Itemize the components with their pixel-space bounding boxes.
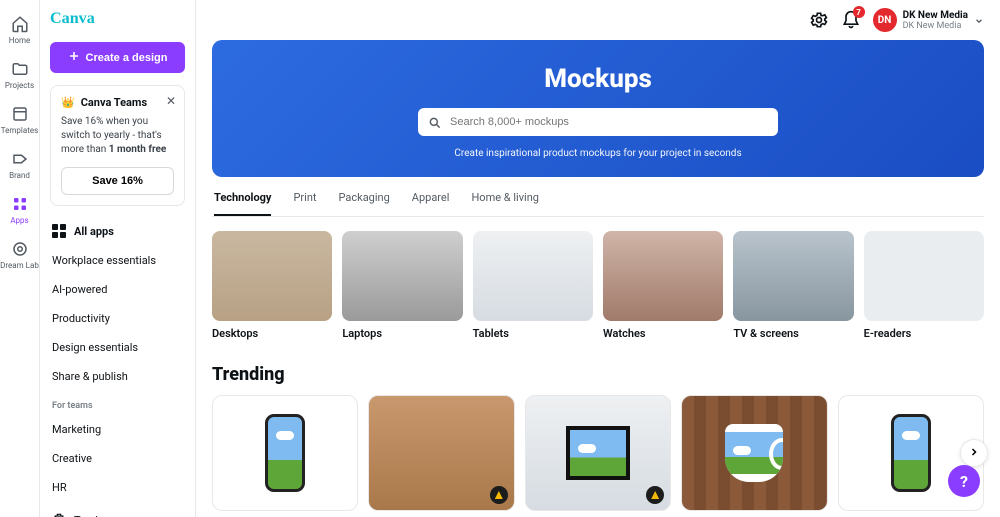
tab-print[interactable]: Print bbox=[293, 191, 316, 216]
trending-title: Trending bbox=[212, 364, 984, 385]
hero: Mockups Create inspirational product moc… bbox=[212, 40, 984, 177]
chevron-right-icon bbox=[968, 446, 980, 461]
rail-home[interactable]: Home bbox=[0, 8, 40, 51]
page-title: Mockups bbox=[544, 64, 652, 94]
templates-icon bbox=[10, 104, 30, 124]
nav-rail: Home Projects Templates Brand Apps Dream… bbox=[0, 0, 40, 517]
sidebar-apps-section: All apps Workplace essentials AI-powered… bbox=[50, 216, 185, 502]
rail-label: Dream Lab bbox=[0, 261, 39, 270]
category-thumb bbox=[342, 231, 462, 321]
sidebar-item-hr[interactable]: HR bbox=[50, 473, 185, 502]
trending-carousel bbox=[212, 395, 984, 511]
trash-icon bbox=[52, 512, 66, 517]
rail-templates[interactable]: Templates bbox=[0, 98, 40, 141]
rail-dreamlab[interactable]: Dream Lab bbox=[0, 233, 40, 276]
category-thumb bbox=[212, 231, 332, 321]
sidebar-item-productivity[interactable]: Productivity bbox=[50, 304, 185, 333]
category-tv-screens[interactable]: TV & screens bbox=[733, 231, 853, 340]
search-icon bbox=[428, 115, 442, 129]
category-thumb bbox=[733, 231, 853, 321]
sidebar-teams-header: For teams bbox=[50, 391, 185, 415]
bell-icon[interactable]: 7 bbox=[841, 10, 861, 30]
close-icon[interactable]: ✕ bbox=[166, 94, 176, 108]
tab-apparel[interactable]: Apparel bbox=[412, 191, 450, 216]
home-icon bbox=[10, 14, 30, 34]
folder-icon bbox=[10, 59, 30, 79]
rail-apps[interactable]: Apps bbox=[0, 188, 40, 231]
rail-label: Apps bbox=[10, 216, 28, 225]
dreamlab-icon bbox=[10, 239, 30, 259]
sidebar-item-design[interactable]: Design essentials bbox=[50, 333, 185, 362]
plus-icon bbox=[68, 50, 80, 65]
rail-label: Brand bbox=[9, 171, 30, 180]
category-tablets[interactable]: Tablets bbox=[473, 231, 593, 340]
sidebar: Canva Create a design ✕ 👑 Canva Teams Sa… bbox=[40, 0, 196, 517]
canva-logo[interactable]: Canva bbox=[50, 8, 185, 32]
topbar: 7 DN DK New Media DK New Media bbox=[196, 0, 1000, 40]
chevron-down-icon bbox=[974, 11, 984, 30]
category-watches[interactable]: Watches bbox=[603, 231, 723, 340]
help-button[interactable]: ? bbox=[948, 465, 980, 497]
crown-icon: 👑 bbox=[61, 96, 75, 109]
sidebar-item-ai[interactable]: AI-powered bbox=[50, 275, 185, 304]
search-bar[interactable] bbox=[418, 108, 778, 136]
avatar: DN bbox=[873, 8, 897, 32]
category-grid: Desktops Laptops Tablets Watches TV & sc… bbox=[212, 231, 984, 340]
sidebar-item-all-apps[interactable]: All apps bbox=[50, 216, 185, 246]
category-thumb bbox=[864, 231, 984, 321]
sidebar-trash[interactable]: Trash bbox=[50, 502, 185, 517]
carousel-next-button[interactable] bbox=[960, 439, 988, 467]
pro-badge-icon bbox=[646, 486, 664, 504]
trending-item[interactable] bbox=[212, 395, 358, 511]
tab-packaging[interactable]: Packaging bbox=[339, 191, 390, 216]
gear-icon[interactable] bbox=[809, 10, 829, 30]
svg-text:Canva: Canva bbox=[50, 10, 95, 27]
sidebar-item-marketing[interactable]: Marketing bbox=[50, 415, 185, 444]
brand-icon bbox=[10, 149, 30, 169]
create-design-button[interactable]: Create a design bbox=[50, 42, 185, 73]
rail-brand[interactable]: Brand bbox=[0, 143, 40, 186]
promo-cta-button[interactable]: Save 16% bbox=[61, 167, 174, 195]
content-scroll[interactable]: Mockups Create inspirational product moc… bbox=[196, 40, 1000, 517]
rail-label: Home bbox=[9, 36, 31, 45]
category-laptops[interactable]: Laptops bbox=[342, 231, 462, 340]
sidebar-item-creative[interactable]: Creative bbox=[50, 444, 185, 473]
search-input[interactable] bbox=[450, 116, 768, 128]
tab-technology[interactable]: Technology bbox=[214, 191, 271, 216]
category-thumb bbox=[473, 231, 593, 321]
category-e-readers[interactable]: E-readers bbox=[864, 231, 984, 340]
hero-subtitle: Create inspirational product mockups for… bbox=[454, 148, 741, 159]
notification-badge: 7 bbox=[853, 6, 865, 18]
sidebar-item-workplace[interactable]: Workplace essentials bbox=[50, 246, 185, 275]
apps-icon bbox=[10, 194, 30, 214]
category-desktops[interactable]: Desktops bbox=[212, 231, 332, 340]
rail-label: Templates bbox=[1, 126, 38, 135]
tab-home-living[interactable]: Home & living bbox=[471, 191, 539, 216]
trending-item[interactable] bbox=[368, 395, 514, 511]
rail-label: Projects bbox=[5, 81, 34, 90]
user-menu[interactable]: DN DK New Media DK New Media bbox=[873, 8, 984, 32]
promo-title: 👑 Canva Teams bbox=[61, 96, 174, 109]
mockup-preview bbox=[566, 426, 630, 480]
promo-card: ✕ 👑 Canva Teams Save 16% when you switch… bbox=[50, 85, 185, 206]
sidebar-item-share[interactable]: Share & publish bbox=[50, 362, 185, 391]
rail-projects[interactable]: Projects bbox=[0, 53, 40, 96]
create-label: Create a design bbox=[86, 52, 168, 64]
trending-item[interactable] bbox=[681, 395, 827, 511]
mockup-preview bbox=[265, 414, 305, 492]
user-sub: DK New Media bbox=[903, 21, 968, 31]
user-name: DK New Media bbox=[903, 10, 968, 21]
promo-body: Save 16% when you switch to yearly - tha… bbox=[61, 115, 174, 157]
grid-icon bbox=[52, 224, 66, 238]
trending-item[interactable] bbox=[525, 395, 671, 511]
mockup-preview bbox=[725, 424, 783, 482]
main: 7 DN DK New Media DK New Media Mockups C… bbox=[196, 0, 1000, 517]
pro-badge-icon bbox=[490, 486, 508, 504]
mockup-preview bbox=[891, 414, 931, 492]
category-tabs: Technology Print Packaging Apparel Home … bbox=[212, 177, 984, 217]
category-thumb bbox=[603, 231, 723, 321]
